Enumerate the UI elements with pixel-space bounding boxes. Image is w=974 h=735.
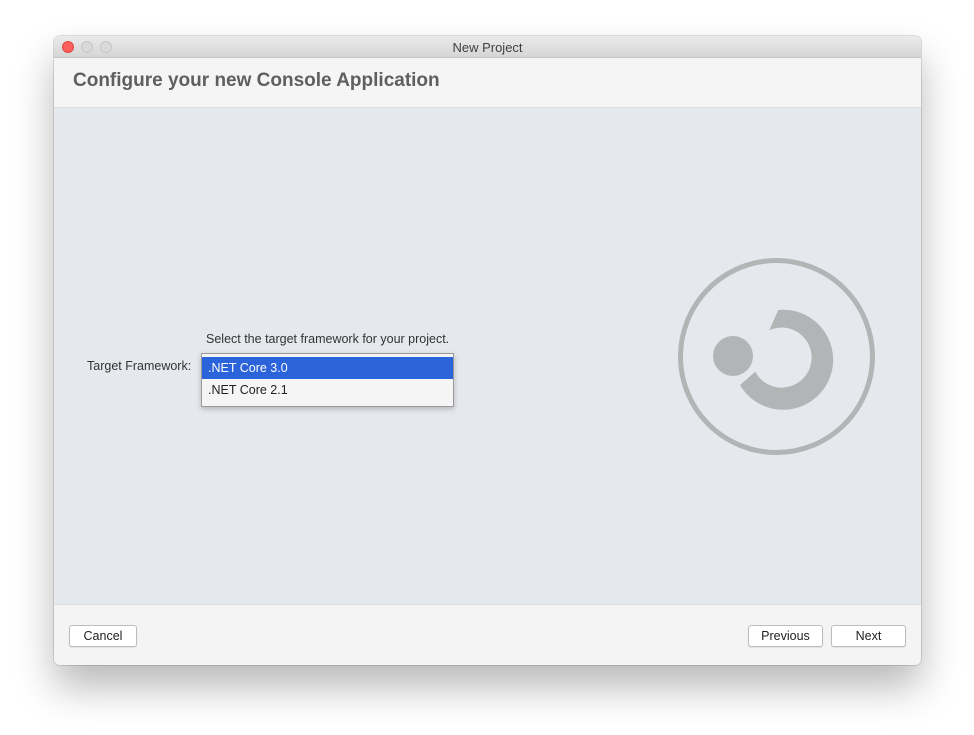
dotnet-logo-icon [678,258,875,455]
new-project-window: New Project Configure your new Console A… [54,36,921,665]
page-header: Configure your new Console Application [54,58,921,108]
cancel-button[interactable]: Cancel [69,625,137,647]
next-button[interactable]: Next [831,625,906,647]
title-bar[interactable]: New Project [54,36,921,58]
target-framework-label: Target Framework: [87,359,192,373]
target-framework-dropdown[interactable]: .NET Core 3.0 .NET Core 2.1 [201,353,454,407]
framework-option-netcore30[interactable]: .NET Core 3.0 [202,357,453,379]
framework-hint: Select the target framework for your pro… [206,332,450,346]
dialog-footer: Cancel Previous Next [54,604,921,665]
window-title: New Project [452,40,523,55]
previous-button[interactable]: Previous [748,625,823,647]
framework-option-netcore21[interactable]: .NET Core 2.1 [202,379,453,401]
page-title: Configure your new Console Application [73,70,440,91]
content-area: Select the target framework for your pro… [54,108,921,604]
